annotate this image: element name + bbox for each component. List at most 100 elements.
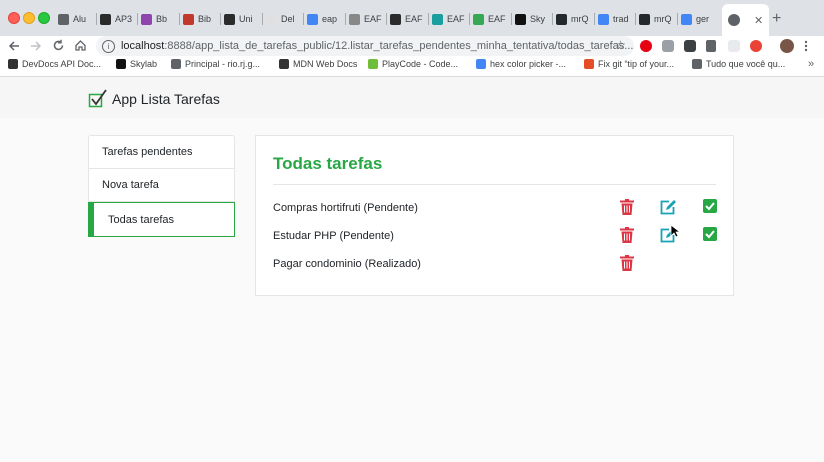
tab-favicon-icon xyxy=(473,13,484,25)
tab-favicon-icon xyxy=(224,13,235,25)
tab-15[interactable]: ger xyxy=(681,8,709,30)
sidebar-item-nova-tarefa[interactable]: Nova tarefa xyxy=(89,169,234,202)
bookmark-favicon-icon xyxy=(692,59,702,69)
browser-tab-bar: Alu AP3 Bb Bib Uni Del eap EAF EAF EAF EAF Sky mrQ tr… xyxy=(0,0,824,36)
settings-extension-icon[interactable] xyxy=(750,40,762,52)
edit-extension-icon[interactable] xyxy=(684,40,696,52)
browser-toolbar: i localhost:8888/app_lista_de_tarefas_pu… xyxy=(0,36,824,56)
blank-extension-icon[interactable] xyxy=(728,40,740,52)
tab-4[interactable]: Uni xyxy=(224,8,253,30)
delete-icon[interactable] xyxy=(620,199,636,215)
tab-0[interactable]: Alu xyxy=(58,8,86,30)
sidebar-item-label: Tarefas pendentes xyxy=(102,146,193,158)
tab-2[interactable]: Bb xyxy=(141,8,167,30)
tab-12[interactable]: mrQ xyxy=(556,8,589,30)
reload-icon[interactable] xyxy=(52,39,65,52)
tab-separator xyxy=(428,13,429,25)
bookmark-favicon-icon xyxy=(171,59,181,69)
done-check-icon[interactable] xyxy=(703,227,719,243)
home-icon[interactable] xyxy=(74,39,87,52)
bookmark-item[interactable]: MDN Web Docs xyxy=(279,59,357,69)
bookmark-item[interactable]: Skylab xyxy=(116,59,157,69)
tab-3[interactable]: Bib xyxy=(183,8,211,30)
tab-label: EAF xyxy=(447,14,465,24)
site-info-icon[interactable]: i xyxy=(102,39,115,53)
bookmark-star-icon[interactable]: ☆ xyxy=(615,38,626,52)
task-row: Compras hortifruti (Pendente) xyxy=(273,199,719,219)
tab-separator xyxy=(386,13,387,25)
tab-label: ger xyxy=(696,14,710,24)
tab-14[interactable]: mrQ xyxy=(639,8,672,30)
done-check-icon[interactable] xyxy=(703,199,719,215)
bookmark-item[interactable]: Principal - rio.rj.g... xyxy=(171,59,260,69)
tab-favicon-icon xyxy=(349,13,360,25)
bookmark-label: Fix git “tip of your... xyxy=(598,59,675,69)
shield-extension-icon[interactable] xyxy=(662,40,674,52)
bookmark-favicon-icon xyxy=(116,59,126,69)
checkbox-logo-icon xyxy=(88,89,107,108)
tab-favicon-icon xyxy=(390,13,401,25)
tab-6[interactable]: eap xyxy=(307,8,337,30)
tab-label: Del xyxy=(281,14,295,24)
tab-5[interactable]: Del xyxy=(266,8,295,30)
tab-label: Alu xyxy=(73,14,87,24)
bookmark-item[interactable]: PlayCode - Code... xyxy=(368,59,458,69)
tab-11[interactable]: Sky xyxy=(515,8,545,30)
tab-separator xyxy=(635,13,636,25)
tab-favicon-icon xyxy=(556,13,567,25)
opera-extension-icon[interactable] xyxy=(640,40,652,52)
mouse-cursor-icon xyxy=(670,224,680,238)
task-row: Estudar PHP (Pendente) xyxy=(273,227,719,247)
menu-kebab-icon[interactable] xyxy=(804,40,808,52)
bookmark-favicon-icon xyxy=(476,59,486,69)
tab-label: Sky xyxy=(530,14,546,24)
tab-10[interactable]: EAF xyxy=(473,8,506,30)
tab-8[interactable]: EAF xyxy=(390,8,423,30)
bookmark-item[interactable]: Tudo que você qu... xyxy=(692,59,785,69)
tab-close-icon[interactable]: ✕ xyxy=(754,14,763,27)
window-close-button[interactable] xyxy=(8,12,20,24)
tab-9[interactable]: EAF xyxy=(432,8,465,30)
sidebar-item-todas-tarefas[interactable]: Todas tarefas xyxy=(88,202,235,237)
tab-separator xyxy=(345,13,346,25)
tab-separator xyxy=(303,13,304,25)
window-zoom-button[interactable] xyxy=(38,12,50,24)
url-host: localhost xyxy=(120,40,165,52)
window-minimize-button[interactable] xyxy=(23,12,35,24)
tab-label: mrQ xyxy=(571,14,589,24)
tab-favicon-icon xyxy=(58,13,69,25)
tab-7[interactable]: EAF xyxy=(349,8,382,30)
delete-icon[interactable] xyxy=(620,227,636,243)
back-arrow-icon[interactable] xyxy=(8,40,20,52)
delete-icon[interactable] xyxy=(620,255,636,271)
edit-icon[interactable] xyxy=(660,199,676,215)
bookmark-item[interactable]: Fix git “tip of your... xyxy=(584,59,674,69)
tab-favicon-icon xyxy=(432,13,443,25)
tab-1[interactable]: AP3 xyxy=(100,8,132,30)
tab-separator xyxy=(179,13,180,25)
bookmarks-bar: DevDocs API Doc... Skylab Principal - rio.… xyxy=(0,56,824,77)
tab-separator xyxy=(511,13,512,25)
tab-separator xyxy=(262,13,263,25)
forward-arrow-icon[interactable] xyxy=(30,40,42,52)
task-row: Pagar condominio (Realizado) xyxy=(273,255,716,275)
bookmarks-overflow-icon[interactable]: » xyxy=(808,58,814,70)
bookmark-label: PlayCode - Code... xyxy=(382,59,459,69)
tab-label: mrQ xyxy=(654,14,672,24)
tab-13[interactable]: trad xyxy=(598,8,629,30)
new-tab-button[interactable]: + xyxy=(772,10,781,28)
address-bar[interactable]: i localhost:8888/app_lista_de_tarefas_pu… xyxy=(96,36,634,56)
task-text: Compras hortifruti (Pendente) xyxy=(273,202,418,214)
tab-separator xyxy=(96,13,97,25)
tab-active[interactable]: ✕ xyxy=(722,4,770,36)
bookmark-item[interactable]: DevDocs API Doc... xyxy=(8,59,101,69)
bookmark-item[interactable]: hex color picker -... xyxy=(476,59,566,69)
code-extension-icon[interactable] xyxy=(706,40,716,52)
bookmark-label: hex color picker -... xyxy=(490,59,567,69)
bookmark-favicon-icon xyxy=(8,59,18,69)
app-header: App Lista Tarefas xyxy=(0,77,824,118)
sidebar-item-tarefas-pendentes[interactable]: Tarefas pendentes xyxy=(89,136,234,169)
brand[interactable]: App Lista Tarefas xyxy=(88,89,220,109)
tab-label: Bb xyxy=(156,14,168,24)
profile-avatar[interactable] xyxy=(780,39,794,53)
